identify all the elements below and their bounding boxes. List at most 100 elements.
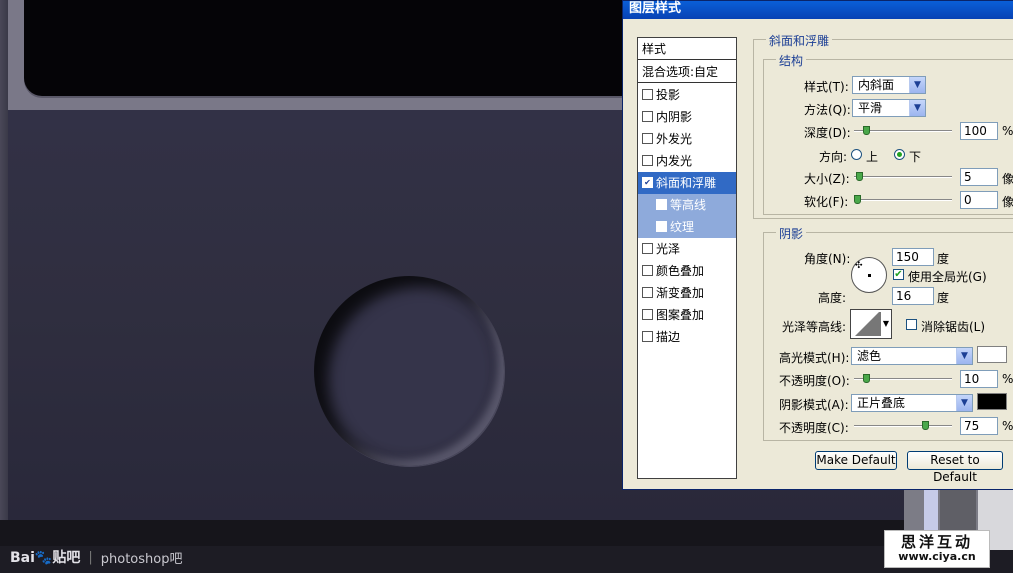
chevron-down-icon: ▼ [909, 77, 925, 93]
shadow-mode-dropdown[interactable]: 正片叠底 ▼ [851, 394, 973, 412]
bevel-style-dropdown[interactable]: 内斜面 ▼ [852, 76, 926, 94]
soften-input[interactable]: 0 [960, 191, 998, 209]
dropdown-value: 正片叠底 [857, 396, 906, 410]
highlight-opacity-input[interactable]: 10 [960, 370, 998, 388]
shadow-mode-label: 阴影模式(A): [779, 398, 849, 412]
style-item-color-overlay[interactable]: 颜色叠加 [638, 260, 736, 282]
depth-slider[interactable] [854, 126, 952, 136]
shadow-opacity-slider[interactable] [854, 421, 952, 431]
depth-label: 深度(D): [804, 126, 851, 140]
direction-up-radio[interactable] [851, 149, 862, 160]
soften-slider[interactable] [854, 195, 952, 205]
angle-dial[interactable]: ✣ [851, 257, 887, 293]
dialog-title[interactable]: 图层样式 [623, 1, 1013, 19]
anti-aliased-checkbox[interactable] [906, 319, 917, 330]
chevron-down-icon: ▼ [909, 100, 925, 116]
soften-label: 软化(F): [804, 195, 849, 209]
size-slider[interactable] [854, 172, 952, 182]
size-unit: 像 [1002, 172, 1013, 186]
embossed-ring-shape [314, 276, 504, 466]
gloss-contour-picker[interactable]: ▼ [850, 309, 892, 339]
global-light-label: 使用全局光(G) [908, 270, 987, 284]
baidu-logo: Bai🐾贴吧 [10, 550, 81, 566]
style-item-inner-shadow[interactable]: 内阴影 [638, 106, 736, 128]
altitude-unit: 度 [937, 291, 950, 305]
direction-down-radio[interactable] [894, 149, 905, 160]
dark-screen-shape [24, 0, 644, 96]
slider-thumb[interactable] [922, 421, 929, 430]
checkbox[interactable] [642, 331, 653, 342]
highlight-mode-dropdown[interactable]: 滤色 ▼ [851, 347, 973, 365]
style-item-label: 光泽 [656, 242, 681, 256]
highlight-opacity-slider[interactable] [854, 374, 952, 384]
checkbox[interactable] [642, 287, 653, 298]
checkbox[interactable] [642, 265, 653, 276]
technique-dropdown[interactable]: 平滑 ▼ [852, 99, 926, 117]
site-badge-name: 思洋互动 [900, 533, 973, 551]
soften-unit: 像 [1002, 195, 1013, 209]
style-list: 样式 混合选项:自定 投影 内阴影 外发光 内发光 ✔ 斜面和浮雕 等高线 纹理 … [637, 37, 737, 479]
dial-center [868, 274, 871, 277]
anti-aliased-label: 消除锯齿(L) [921, 320, 986, 334]
checkbox[interactable] [642, 133, 653, 144]
reset-default-button[interactable]: Reset to Default [907, 451, 1003, 484]
shadow-opacity-label: 不透明度(C): [779, 421, 849, 435]
style-item-contour[interactable]: 等高线 [638, 194, 736, 216]
shadow-opacity-input[interactable]: 75 [960, 417, 998, 435]
structure-title: 结构 [776, 52, 807, 69]
depth-input[interactable]: 100 [960, 122, 998, 140]
angle-input[interactable]: 150 [892, 248, 934, 266]
checkbox[interactable] [642, 111, 653, 122]
chevron-down-icon: ▼ [956, 348, 972, 364]
chevron-down-icon: ▼ [956, 395, 972, 411]
style-item-bevel-emboss[interactable]: ✔ 斜面和浮雕 [638, 172, 736, 194]
angle-label: 角度(N): [804, 252, 851, 266]
global-light-checkbox[interactable]: ✔ [893, 269, 904, 280]
style-item-gradient-overlay[interactable]: 渐变叠加 [638, 282, 736, 304]
shading-title: 阴影 [776, 225, 807, 242]
checkbox[interactable] [642, 155, 653, 166]
checkbox[interactable] [656, 199, 667, 210]
highlight-color-swatch[interactable] [977, 346, 1007, 363]
style-item-drop-shadow[interactable]: 投影 [638, 84, 736, 106]
style-item-label: 图案叠加 [656, 308, 705, 322]
watermark-text: photoshop吧 [100, 551, 183, 567]
checkbox-checked[interactable]: ✔ [642, 177, 653, 188]
style-item-label: 纹理 [670, 220, 695, 234]
style-item-pattern-overlay[interactable]: 图案叠加 [638, 304, 736, 326]
shadow-color-swatch[interactable] [977, 393, 1007, 410]
highlight-opacity-label: 不透明度(O): [779, 374, 850, 388]
checkbox[interactable] [642, 243, 653, 254]
slider-track [854, 199, 952, 201]
bevel-emboss-title: 斜面和浮雕 [766, 32, 833, 49]
style-label: 样式(T): [804, 80, 849, 94]
altitude-input[interactable]: 16 [892, 287, 934, 305]
style-item-label: 描边 [656, 330, 681, 344]
make-default-button[interactable]: Make Default [815, 451, 897, 470]
direction-down-label: 下 [909, 150, 922, 164]
blend-options-item[interactable]: 混合选项:自定 [638, 61, 736, 83]
slider-thumb[interactable] [863, 374, 870, 383]
slider-thumb[interactable] [854, 195, 861, 204]
style-item-label: 外发光 [656, 132, 693, 146]
style-item-outer-glow[interactable]: 外发光 [638, 128, 736, 150]
size-input[interactable]: 5 [960, 168, 998, 186]
style-item-label: 等高线 [670, 198, 707, 212]
size-label: 大小(Z): [804, 172, 850, 186]
slider-thumb[interactable] [856, 172, 863, 181]
checkbox[interactable] [642, 309, 653, 320]
direction-up-label: 上 [866, 150, 879, 164]
style-item-texture[interactable]: 纹理 [638, 216, 736, 238]
site-badge-url: www.ciya.cn [898, 550, 976, 563]
style-item-inner-glow[interactable]: 内发光 [638, 150, 736, 172]
styles-header[interactable]: 样式 [638, 38, 736, 60]
watermark-separator: | [88, 549, 93, 565]
slider-thumb[interactable] [863, 126, 870, 135]
style-item-label: 渐变叠加 [656, 286, 705, 300]
dropdown-value: 平滑 [858, 101, 883, 115]
checkbox[interactable] [656, 221, 667, 232]
bottom-bar-band [0, 520, 1013, 546]
style-item-satin[interactable]: 光泽 [638, 238, 736, 260]
checkbox[interactable] [642, 89, 653, 100]
style-item-stroke[interactable]: 描边 [638, 326, 736, 348]
